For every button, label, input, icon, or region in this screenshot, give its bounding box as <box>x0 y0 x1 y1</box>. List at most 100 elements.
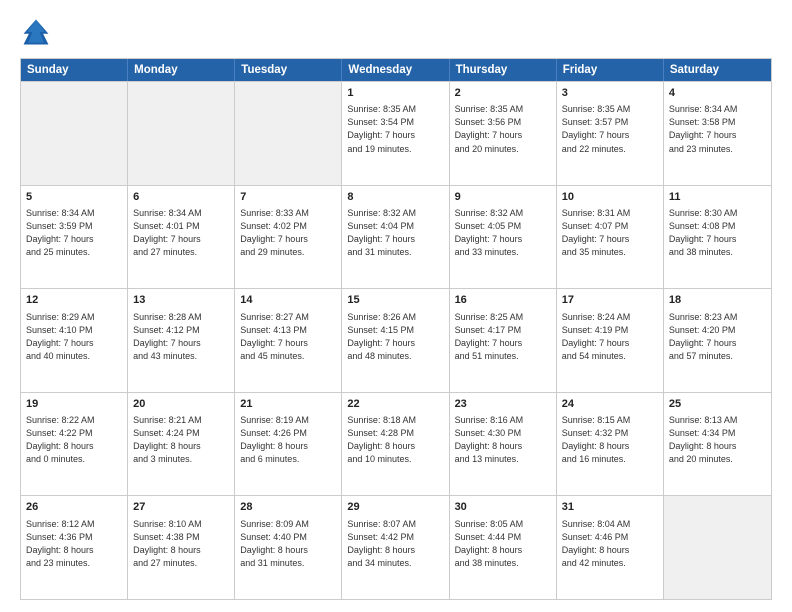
cal-cell-26: 26 Sunrise: 8:12 AM Sunset: 4:36 PM Dayli… <box>21 496 128 599</box>
cal-cell-7: 7 Sunrise: 8:33 AM Sunset: 4:02 PM Daylig… <box>235 186 342 289</box>
page: SundayMondayTuesdayWednesdayThursdayFrid… <box>0 0 792 612</box>
header-day-tuesday: Tuesday <box>235 59 342 81</box>
header-day-sunday: Sunday <box>21 59 128 81</box>
header-day-wednesday: Wednesday <box>342 59 449 81</box>
day-info: Sunrise: 8:32 AM Sunset: 4:04 PM Dayligh… <box>347 207 443 259</box>
cal-cell-empty-4-6 <box>664 496 771 599</box>
cal-cell-20: 20Sunrise: 8:21 AM Sunset: 4:24 PM Dayli… <box>128 393 235 496</box>
header-day-thursday: Thursday <box>450 59 557 81</box>
day-number: 30 <box>455 500 551 515</box>
cal-cell-15: 15Sunrise: 8:26 AM Sunset: 4:15 PM Dayli… <box>342 289 449 392</box>
cal-cell-8: 8 Sunrise: 8:32 AM Sunset: 4:04 PM Daylig… <box>342 186 449 289</box>
cal-cell-3: 3 Sunrise: 8:35 AM Sunset: 3:57 PM Daylig… <box>557 82 664 185</box>
calendar: SundayMondayTuesdayWednesdayThursdayFrid… <box>20 58 772 600</box>
day-info: Sunrise: 8:34 AM Sunset: 4:01 PM Dayligh… <box>133 207 229 259</box>
day-info: Sunrise: 8:34 AM Sunset: 3:58 PM Dayligh… <box>669 103 766 155</box>
day-info: Sunrise: 8:25 AM Sunset: 4:17 PM Dayligh… <box>455 311 551 363</box>
day-info: Sunrise: 8:09 AM Sunset: 4:40 PM Dayligh… <box>240 518 336 570</box>
cal-cell-10: 10Sunrise: 8:31 AM Sunset: 4:07 PM Dayli… <box>557 186 664 289</box>
cal-cell-16: 16 Sunrise: 8:25 AM Sunset: 4:17 PM Dayli… <box>450 289 557 392</box>
day-info: Sunrise: 8:24 AM Sunset: 4:19 PM Dayligh… <box>562 311 658 363</box>
cal-cell-12: 12Sunrise: 8:29 AM Sunset: 4:10 PM Dayli… <box>21 289 128 392</box>
day-number: 4 <box>669 86 766 101</box>
cal-week-2: 12Sunrise: 8:29 AM Sunset: 4:10 PM Dayli… <box>21 288 771 392</box>
day-info: Sunrise: 8:07 AM Sunset: 4:42 PM Dayligh… <box>347 518 443 570</box>
day-info: Sunrise: 8:27 AM Sunset: 4:13 PM Dayligh… <box>240 311 336 363</box>
day-info: Sunrise: 8:35 AM Sunset: 3:56 PM Dayligh… <box>455 103 551 155</box>
day-info: Sunrise: 8:33 AM Sunset: 4:02 PM Dayligh… <box>240 207 336 259</box>
day-info: Sunrise: 8:28 AM Sunset: 4:12 PM Dayligh… <box>133 311 229 363</box>
cal-week-4: 26 Sunrise: 8:12 AM Sunset: 4:36 PM Dayli… <box>21 495 771 599</box>
day-number: 26 <box>26 500 122 515</box>
day-number: 3 <box>562 86 658 101</box>
day-info: Sunrise: 8:13 AM Sunset: 4:34 PM Dayligh… <box>669 414 766 466</box>
cal-cell-11: 11Sunrise: 8:30 AM Sunset: 4:08 PM Dayli… <box>664 186 771 289</box>
cal-cell-13: 13Sunrise: 8:28 AM Sunset: 4:12 PM Dayli… <box>128 289 235 392</box>
day-info: Sunrise: 8:34 AM Sunset: 3:59 PM Dayligh… <box>26 207 122 259</box>
day-number: 22 <box>347 397 443 412</box>
cal-cell-empty-0-1 <box>128 82 235 185</box>
cal-cell-21: 21Sunrise: 8:19 AM Sunset: 4:26 PM Dayli… <box>235 393 342 496</box>
cal-cell-30: 30Sunrise: 8:05 AM Sunset: 4:44 PM Dayli… <box>450 496 557 599</box>
cal-cell-4: 4 Sunrise: 8:34 AM Sunset: 3:58 PM Daylig… <box>664 82 771 185</box>
cal-cell-14: 14 Sunrise: 8:27 AM Sunset: 4:13 PM Dayli… <box>235 289 342 392</box>
day-info: Sunrise: 8:12 AM Sunset: 4:36 PM Dayligh… <box>26 518 122 570</box>
cal-cell-19: 19 Sunrise: 8:22 AM Sunset: 4:22 PM Dayli… <box>21 393 128 496</box>
day-info: Sunrise: 8:35 AM Sunset: 3:57 PM Dayligh… <box>562 103 658 155</box>
cal-cell-5: 5 Sunrise: 8:34 AM Sunset: 3:59 PM Daylig… <box>21 186 128 289</box>
cal-week-0: 1 Sunrise: 8:35 AM Sunset: 3:54 PM Daylig… <box>21 81 771 185</box>
cal-cell-27: 27 Sunrise: 8:10 AM Sunset: 4:38 PM Dayli… <box>128 496 235 599</box>
cal-week-3: 19 Sunrise: 8:22 AM Sunset: 4:22 PM Dayli… <box>21 392 771 496</box>
day-number: 11 <box>669 190 766 205</box>
day-number: 14 <box>240 293 336 308</box>
cal-cell-28: 28 Sunrise: 8:09 AM Sunset: 4:40 PM Dayli… <box>235 496 342 599</box>
day-info: Sunrise: 8:10 AM Sunset: 4:38 PM Dayligh… <box>133 518 229 570</box>
day-number: 27 <box>133 500 229 515</box>
cal-cell-22: 22 Sunrise: 8:18 AM Sunset: 4:28 PM Dayli… <box>342 393 449 496</box>
cal-cell-empty-0-0 <box>21 82 128 185</box>
day-info: Sunrise: 8:26 AM Sunset: 4:15 PM Dayligh… <box>347 311 443 363</box>
day-number: 7 <box>240 190 336 205</box>
day-info: Sunrise: 8:23 AM Sunset: 4:20 PM Dayligh… <box>669 311 766 363</box>
cal-cell-1: 1 Sunrise: 8:35 AM Sunset: 3:54 PM Daylig… <box>342 82 449 185</box>
cal-cell-31: 31 Sunrise: 8:04 AM Sunset: 4:46 PM Dayli… <box>557 496 664 599</box>
day-info: Sunrise: 8:16 AM Sunset: 4:30 PM Dayligh… <box>455 414 551 466</box>
day-number: 18 <box>669 293 766 308</box>
day-info: Sunrise: 8:32 AM Sunset: 4:05 PM Dayligh… <box>455 207 551 259</box>
day-info: Sunrise: 8:22 AM Sunset: 4:22 PM Dayligh… <box>26 414 122 466</box>
day-info: Sunrise: 8:21 AM Sunset: 4:24 PM Dayligh… <box>133 414 229 466</box>
cal-cell-29: 29 Sunrise: 8:07 AM Sunset: 4:42 PM Dayli… <box>342 496 449 599</box>
day-number: 2 <box>455 86 551 101</box>
day-number: 10 <box>562 190 658 205</box>
day-number: 1 <box>347 86 443 101</box>
cal-cell-23: 23 Sunrise: 8:16 AM Sunset: 4:30 PM Dayli… <box>450 393 557 496</box>
day-number: 29 <box>347 500 443 515</box>
cal-cell-2: 2 Sunrise: 8:35 AM Sunset: 3:56 PM Daylig… <box>450 82 557 185</box>
day-info: Sunrise: 8:15 AM Sunset: 4:32 PM Dayligh… <box>562 414 658 466</box>
header <box>20 16 772 48</box>
cal-cell-25: 25 Sunrise: 8:13 AM Sunset: 4:34 PM Dayli… <box>664 393 771 496</box>
day-info: Sunrise: 8:04 AM Sunset: 4:46 PM Dayligh… <box>562 518 658 570</box>
day-number: 9 <box>455 190 551 205</box>
cal-cell-6: 6 Sunrise: 8:34 AM Sunset: 4:01 PM Daylig… <box>128 186 235 289</box>
day-info: Sunrise: 8:19 AM Sunset: 4:26 PM Dayligh… <box>240 414 336 466</box>
calendar-body: 1 Sunrise: 8:35 AM Sunset: 3:54 PM Daylig… <box>21 81 771 599</box>
cal-cell-empty-0-2 <box>235 82 342 185</box>
day-number: 25 <box>669 397 766 412</box>
day-info: Sunrise: 8:35 AM Sunset: 3:54 PM Dayligh… <box>347 103 443 155</box>
day-number: 23 <box>455 397 551 412</box>
day-number: 6 <box>133 190 229 205</box>
day-number: 5 <box>26 190 122 205</box>
calendar-header: SundayMondayTuesdayWednesdayThursdayFrid… <box>21 59 771 81</box>
logo-icon <box>20 16 52 48</box>
day-info: Sunrise: 8:18 AM Sunset: 4:28 PM Dayligh… <box>347 414 443 466</box>
day-number: 24 <box>562 397 658 412</box>
cal-cell-24: 24 Sunrise: 8:15 AM Sunset: 4:32 PM Dayli… <box>557 393 664 496</box>
day-number: 28 <box>240 500 336 515</box>
day-number: 8 <box>347 190 443 205</box>
cal-cell-18: 18 Sunrise: 8:23 AM Sunset: 4:20 PM Dayli… <box>664 289 771 392</box>
day-number: 31 <box>562 500 658 515</box>
day-info: Sunrise: 8:29 AM Sunset: 4:10 PM Dayligh… <box>26 311 122 363</box>
day-number: 16 <box>455 293 551 308</box>
day-number: 19 <box>26 397 122 412</box>
